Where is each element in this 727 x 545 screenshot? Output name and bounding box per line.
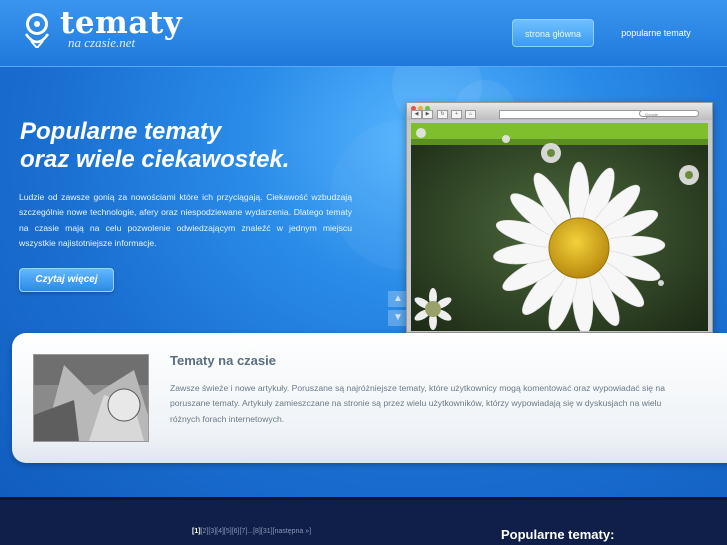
hero-headline-line1: Popularne tematy	[20, 118, 222, 145]
daisy-photo	[411, 123, 708, 331]
back-icon: ◀	[411, 110, 422, 119]
feature-thumbnail[interactable]	[33, 354, 149, 442]
footer-popular-heading: Popularne tematy:	[501, 527, 615, 542]
logo-bulb-icon	[24, 13, 50, 48]
feature-card: Tematy na czasie Zawsze świeże i nowe ar…	[12, 333, 727, 463]
hero-headline: Popularne tematy oraz wiele ciekawostek.	[20, 118, 289, 174]
hero-headline-line2: oraz wiele ciekawostek.	[20, 146, 290, 173]
pagination-current-page: [1]	[192, 528, 201, 535]
slider-up-arrow-icon[interactable]: ▲	[388, 291, 408, 307]
thumbnail-image	[34, 355, 148, 441]
pagination-page-links[interactable]: [2][3][4][5][6][7]...[8][31]	[201, 528, 273, 535]
read-more-button[interactable]: Czytaj więcej	[19, 268, 114, 292]
slider-down-arrow-icon[interactable]: ▼	[388, 310, 408, 326]
logo-subtitle: na czasie.net	[68, 35, 136, 50]
top-navigation-bar: tematy na czasie.net strona główna popul…	[0, 0, 727, 67]
forward-icon: ▶	[422, 110, 433, 119]
browser-search-field: Google	[639, 110, 699, 117]
feature-title: Tematy na czasie	[170, 353, 276, 368]
reload-icon: ↻	[437, 110, 448, 119]
daisy-image	[411, 123, 708, 331]
home-icon: ⌂	[465, 110, 476, 119]
nav-popular-link[interactable]: popularne tematy	[612, 19, 700, 47]
pagination: [1][2][3][4][5][6][7]...[8][31][następna…	[192, 528, 311, 535]
hero-intro-text: Ludzie od zawsze gonią za nowościami któ…	[19, 192, 352, 248]
feature-text: Zawsze świeże i nowe artykuły. Poruszane…	[170, 383, 665, 424]
browser-mockup: ◀ ▶ ↻ + ⌂ Google	[406, 102, 713, 333]
address-bar	[499, 110, 647, 119]
bookmark-icon: +	[451, 110, 462, 119]
footer: [1][2][3][4][5][6][7]...[8][31][następna…	[0, 497, 727, 545]
browser-toolbar: ◀ ▶ ↻ + ⌂ Google	[407, 103, 712, 120]
pagination-next-link[interactable]: [następna »]	[273, 528, 312, 535]
nav-home-button[interactable]: strona główna	[512, 19, 594, 47]
site-logo[interactable]: tematy na czasie.net	[22, 5, 182, 54]
